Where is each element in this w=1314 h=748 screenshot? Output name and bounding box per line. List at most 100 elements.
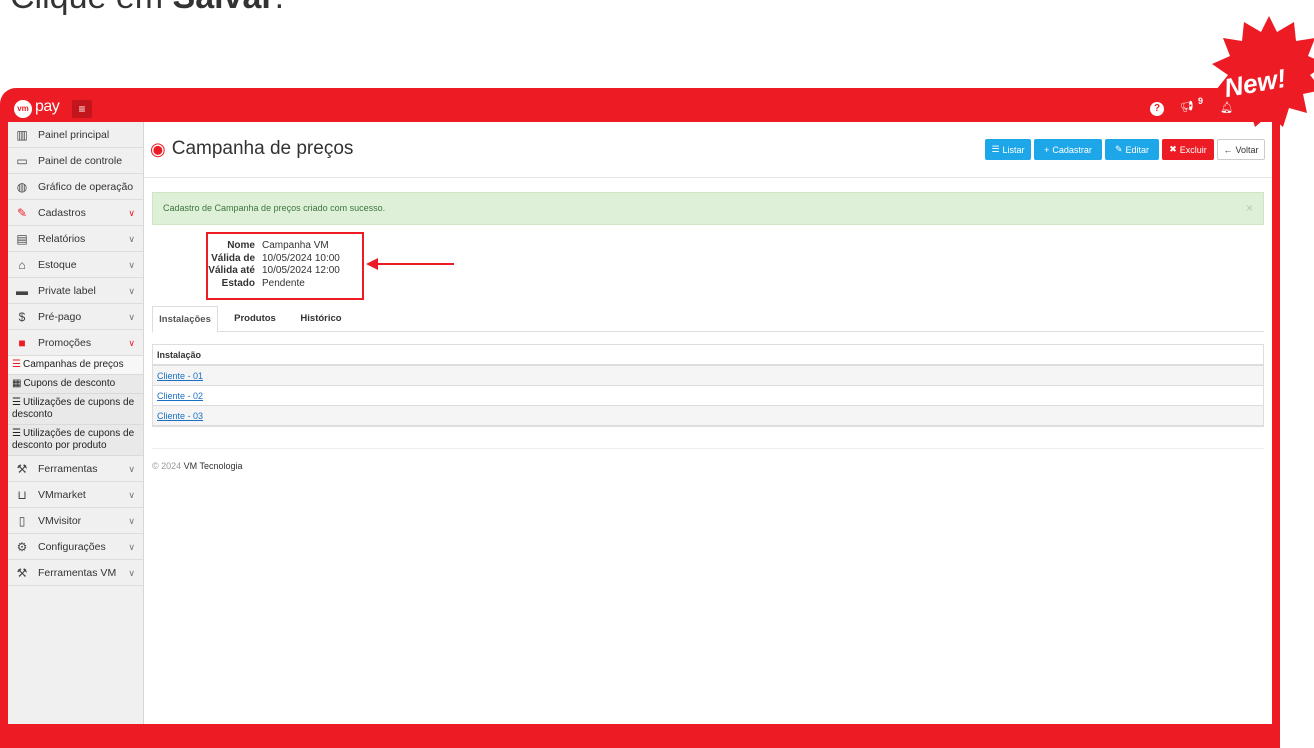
sidebar-item-label: Painel de controle <box>38 154 123 167</box>
sidebar-item-vmmarket[interactable]: ⊔ VMmarket ∨ <box>8 482 143 508</box>
table-row: Cliente - 01 <box>153 366 1263 386</box>
dashboard-icon: ◍ <box>16 179 28 194</box>
detail-row: Estado Pendente <box>208 278 362 291</box>
sidebar-item-painel-controle[interactable]: ▭ Painel de controle <box>8 148 143 174</box>
sidebar-item-promocoes[interactable]: ■ Promoções ∨ <box>8 330 143 356</box>
sidebar: ▥ Painel principal ▭ Painel de controle ◍ G… <box>8 122 144 724</box>
sidebar-item-label: VMmarket <box>38 488 86 501</box>
detail-value: 10/05/2024 10:00 <box>262 252 340 264</box>
cogs-icon: ⚙ <box>16 539 28 554</box>
edit-icon: ✎ <box>16 205 28 220</box>
notifications-count: 9 <box>1198 96 1204 106</box>
tab-instalacoes[interactable]: Instalações <box>152 306 218 333</box>
chevron-down-icon: ∨ <box>128 516 135 526</box>
page-title: ◉ Campanha de preços <box>150 138 353 160</box>
sidebar-item-label: Relatórios <box>38 232 86 245</box>
chevron-down-icon: ∨ <box>128 208 135 218</box>
detail-row: Válida de 10/05/2024 10:00 <box>208 253 362 266</box>
instruction-suffix: . <box>275 0 284 16</box>
detail-label: Válida até <box>208 265 255 276</box>
listar-button-label: Listar <box>1002 144 1025 155</box>
list-icon: ☰ <box>12 397 21 408</box>
voltar-button-label: Voltar <box>1235 144 1259 155</box>
sidebar-subitem-utilizacoes-cupons-produto[interactable]: ☰ Utilizações de cupons de desconto por p… <box>8 425 143 456</box>
list-icon: ☰ <box>991 144 1000 154</box>
close-icon: ✖ <box>1169 144 1177 154</box>
table-icon: ▦ <box>12 378 22 389</box>
sidebar-item-cadastros[interactable]: ✎ Cadastros ∨ <box>8 200 143 226</box>
logo-text: pay <box>35 98 60 115</box>
sidebar-item-pre-pago[interactable]: $ Pré-pago ∨ <box>8 304 143 330</box>
sidebar-item-estoque[interactable]: ⌂ Estoque ∨ <box>8 252 143 278</box>
sidebar-item-label: Configurações <box>38 540 106 553</box>
sidebar-item-label: Ferramentas VM <box>38 566 117 579</box>
excluir-button-label: Excluir <box>1179 144 1207 155</box>
sidebar-item-painel-principal[interactable]: ▥ Painel principal <box>8 122 143 148</box>
monitor-icon: ▭ <box>16 153 28 168</box>
plus-icon: + <box>1044 144 1050 155</box>
sidebar-item-label: Pré-pago <box>38 310 82 323</box>
sidebar-item-ferramentas[interactable]: ⚒ Ferramentas ∨ <box>8 456 143 482</box>
sidebar-item-vmvisitor[interactable]: ▯ VMvisitor ∨ <box>8 508 143 534</box>
sidebar-item-grafico-operacao[interactable]: ◍ Gráfico de operação <box>8 174 143 200</box>
detail-label: Válida de <box>211 252 255 264</box>
sidebar-item-configuracoes[interactable]: ⚙ Configurações ∨ <box>8 534 143 560</box>
sidebar-item-private-label[interactable]: ▬ Private label ∨ <box>8 278 143 304</box>
chevron-down-icon: ∨ <box>128 464 135 474</box>
detail-label: Estado <box>221 277 255 289</box>
help-icon[interactable]: ? <box>1150 102 1164 116</box>
sidebar-subitem-label: Utilizações de cupons de desconto <box>12 397 135 420</box>
list-icon: ☰ <box>12 359 21 370</box>
sidebar-item-label: VMvisitor <box>38 514 82 527</box>
arrow-left-icon: ← <box>1223 144 1233 155</box>
sidebar-item-ferramentas-vm[interactable]: ⚒ Ferramentas VM ∨ <box>8 560 143 586</box>
sidebar-item-relatorios[interactable]: ▤ Relatórios ∨ <box>8 226 143 252</box>
sidebar-subitem-label: Cupons de desconto <box>23 378 116 389</box>
home-icon: ⌂ <box>18 257 26 272</box>
copyright-text: © 2024 <box>152 461 184 471</box>
main-content: ◉ Campanha de preços ☰ Listar + Cadastrar ✎… <box>144 122 1272 724</box>
detail-row: Válida até 10/05/2024 12:00 <box>208 265 362 278</box>
instruction-action: Salvar <box>173 0 275 16</box>
cadastrar-button[interactable]: + Cadastrar <box>1034 139 1102 160</box>
chevron-down-icon: ∨ <box>128 568 135 578</box>
wrench-icon: ⚒ <box>16 565 28 580</box>
list-icon: ☰ <box>12 428 21 439</box>
detail-label: Nome <box>227 240 255 251</box>
instruction-caption: Clique em Salvar. <box>10 0 284 17</box>
listar-button[interactable]: ☰ Listar <box>985 139 1031 160</box>
close-icon[interactable]: × <box>1246 193 1253 224</box>
chevron-down-icon: ∨ <box>128 490 135 500</box>
detail-value: Pendente <box>262 277 305 289</box>
tab-historico[interactable]: Histórico <box>290 306 352 332</box>
editar-button-label: Editar <box>1125 144 1150 155</box>
sidebar-subitem-utilizacoes-cupons[interactable]: ☰ Utilizações de cupons de desconto <box>8 394 143 425</box>
chevron-down-icon: ∨ <box>128 542 135 552</box>
campaign-details: Nome Campanha VM Válida de 10/05/2024 10:0… <box>206 232 364 300</box>
sidebar-item-label: Gráfico de operação <box>38 180 134 193</box>
megaphone-icon[interactable]: 📢︎ <box>1180 100 1194 113</box>
installation-link[interactable]: Cliente - 03 <box>157 411 203 421</box>
tab-bar: Instalações Produtos Histórico <box>152 306 1264 333</box>
table-row: Cliente - 03 <box>153 406 1263 426</box>
detail-value: 10/05/2024 12:00 <box>262 265 340 276</box>
alert-text: Cadastro de Campanha de preços criado co… <box>163 203 386 213</box>
hamburger-icon[interactable]: ≡ <box>72 100 92 118</box>
installation-link[interactable]: Cliente - 01 <box>157 371 203 381</box>
edit-icon: ✎ <box>1114 144 1123 154</box>
sidebar-item-label: Private label <box>38 284 96 297</box>
cart-icon: ⊔ <box>17 487 27 502</box>
eye-icon: ◉ <box>150 138 166 159</box>
tab-produtos[interactable]: Produtos <box>224 306 286 332</box>
excluir-button[interactable]: ✖ Excluir <box>1162 139 1214 160</box>
instruction-prefix: Clique em <box>10 0 173 16</box>
installation-link[interactable]: Cliente - 02 <box>157 391 203 401</box>
sidebar-subitem-campanhas-precos[interactable]: ☰ Campanhas de preços <box>8 356 143 375</box>
sidebar-subitem-cupons-desconto[interactable]: ▦ Cupons de desconto <box>8 375 143 394</box>
voltar-button[interactable]: ← Voltar <box>1217 139 1265 160</box>
table-row: Cliente - 02 <box>153 386 1263 406</box>
company-name: VM Tecnologia <box>183 461 243 471</box>
editar-button[interactable]: ✎ Editar <box>1105 139 1159 160</box>
success-alert: Cadastro de Campanha de preços criado co… <box>152 192 1264 225</box>
sidebar-item-label: Cadastros <box>38 206 86 219</box>
